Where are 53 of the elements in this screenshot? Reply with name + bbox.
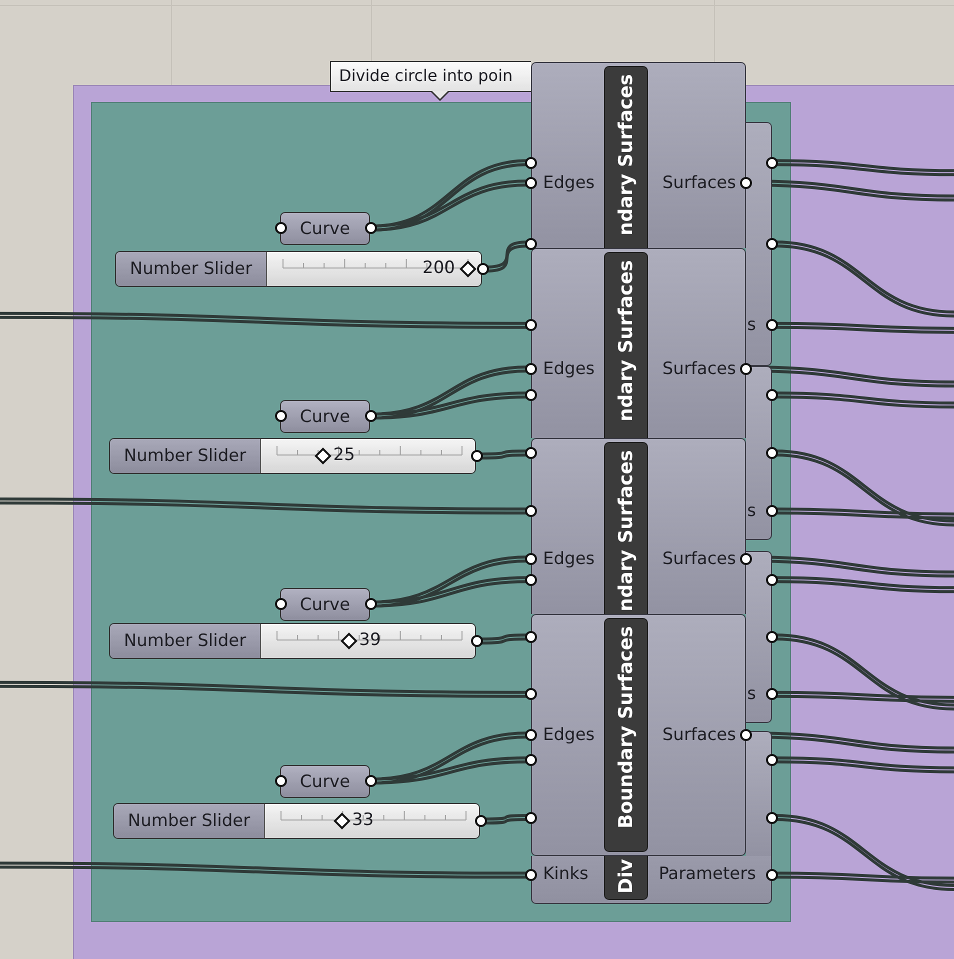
component[interactable]: s xyxy=(746,122,772,366)
slider-label: Number Slider xyxy=(110,624,261,658)
tooltip: Divide circle into poin xyxy=(330,61,531,92)
wire xyxy=(486,240,528,272)
tooltip-pointer xyxy=(430,91,450,101)
curve-param[interactable]: Curve xyxy=(280,212,370,245)
slider-label: Number Slider xyxy=(114,804,265,838)
slider-track[interactable]: 33 xyxy=(265,804,479,838)
component-title: ndary Surfaces xyxy=(616,260,636,422)
wire xyxy=(480,450,528,460)
input-label: Edges xyxy=(543,725,595,745)
component[interactable]: Boundary Surfaces Edges Surfaces xyxy=(531,614,746,856)
wire xyxy=(480,634,528,644)
curve-param[interactable]: Curve xyxy=(280,588,370,621)
slider-label: Number Slider xyxy=(116,252,267,286)
wire xyxy=(484,814,528,824)
input-label: Kinks xyxy=(543,864,588,884)
output-label: s xyxy=(747,315,756,336)
number-slider[interactable]: Number Slider 39 xyxy=(109,623,476,659)
slider-value: 39 xyxy=(359,630,381,650)
component[interactable] xyxy=(746,731,772,856)
slider-value: 200 xyxy=(422,258,455,278)
input-label: Edges xyxy=(543,359,595,379)
slider-value: 25 xyxy=(333,445,355,465)
component[interactable]: Div Kinks Parameters xyxy=(531,856,772,904)
output-label: Surfaces xyxy=(662,173,736,193)
output-label: s xyxy=(747,501,756,521)
output-label: Surfaces xyxy=(662,549,736,569)
slider-value: 33 xyxy=(352,810,374,830)
curve-param[interactable]: Curve xyxy=(280,765,370,798)
slider-track[interactable]: 200 xyxy=(267,252,481,286)
component[interactable]: ndary Surfaces Edges Surfaces xyxy=(531,248,746,438)
output-label: s xyxy=(747,684,756,704)
component-title: ndary Surfaces xyxy=(616,450,636,612)
component[interactable]: ndary Surfaces Edges Surfaces xyxy=(531,62,746,248)
output-label: Surfaces xyxy=(662,359,736,379)
component[interactable]: s xyxy=(746,551,772,723)
component-title: Boundary Surfaces xyxy=(616,626,636,829)
curve-param[interactable]: Curve xyxy=(280,400,370,433)
slider-track[interactable]: 39 xyxy=(261,624,475,658)
output-label: Surfaces xyxy=(662,725,736,745)
number-slider[interactable]: Number Slider 25 xyxy=(109,438,476,474)
slider-track[interactable]: 25 xyxy=(261,439,475,473)
component-title: Div xyxy=(616,859,636,894)
input-label: Edges xyxy=(543,173,595,193)
output-label: Parameters xyxy=(658,864,756,884)
slider-label: Number Slider xyxy=(110,439,261,473)
component[interactable]: s xyxy=(746,366,772,540)
component[interactable]: ndary Surfaces Edges Surfaces xyxy=(531,438,746,614)
input-label: Edges xyxy=(543,549,595,569)
number-slider[interactable]: Number Slider 200 xyxy=(115,251,482,287)
component-title: ndary Surfaces xyxy=(616,74,636,236)
number-slider[interactable]: Number Slider 33 xyxy=(113,803,480,839)
